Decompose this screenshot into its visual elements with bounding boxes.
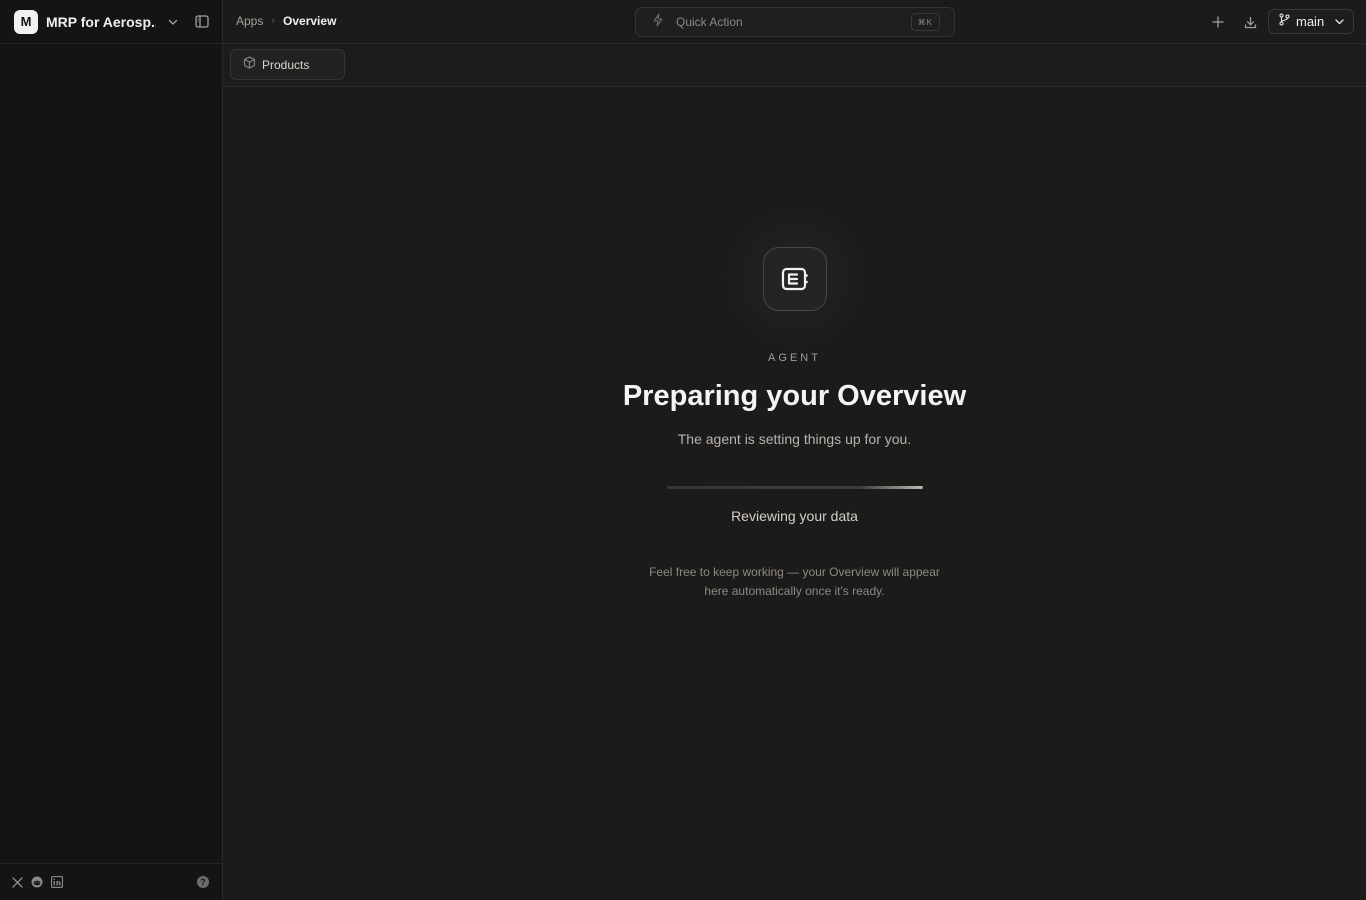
- workspace-avatar[interactable]: M: [14, 9, 38, 34]
- sidebar-toggle-icon[interactable]: [194, 14, 210, 30]
- tab-strip: Products: [223, 44, 1366, 87]
- reddit-icon[interactable]: [30, 875, 44, 889]
- agent-subtitle: The agent is setting things up for you.: [677, 431, 912, 447]
- sidebar: M MRP for Aerosp... ?: [0, 0, 223, 900]
- progress-bar: [667, 486, 923, 489]
- branch-selector[interactable]: main: [1268, 9, 1354, 34]
- app-root: M MRP for Aerosp... ? Apps › Overview Qu…: [0, 0, 1366, 900]
- progress-fill: [667, 486, 923, 489]
- page-title: Preparing your Overview: [622, 380, 967, 412]
- help-icon[interactable]: ?: [197, 876, 209, 888]
- branch-name: main: [1296, 14, 1325, 29]
- git-branch-icon: [1279, 12, 1290, 31]
- x-icon[interactable]: [10, 875, 24, 889]
- shortcut-badge: ⌘K: [910, 13, 940, 31]
- cube-icon: [243, 55, 256, 74]
- main-content: AGENT Preparing your Overview The agent …: [223, 87, 1366, 900]
- download-icon[interactable]: [1242, 14, 1258, 30]
- breadcrumb-apps-link[interactable]: Apps: [236, 14, 263, 28]
- linkedin-icon[interactable]: [50, 875, 64, 889]
- quick-action-button[interactable]: Quick Action ⌘K: [635, 7, 955, 37]
- quick-action-label: Quick Action: [676, 15, 743, 29]
- tab-products[interactable]: Products: [230, 49, 345, 80]
- workspace-name[interactable]: MRP for Aerosp...: [46, 14, 156, 30]
- lightning-icon: [652, 12, 664, 32]
- tab-label: Products: [262, 57, 310, 72]
- top-bar: Apps › Overview Quick Action ⌘K main: [223, 0, 1366, 44]
- workspace-header: M MRP for Aerosp...: [0, 0, 222, 44]
- breadcrumb-separator-icon: ›: [271, 15, 276, 27]
- info-note-line-1: Feel free to keep working — your Overvie…: [649, 565, 940, 579]
- agent-eyebrow: AGENT: [768, 352, 821, 364]
- info-note: Feel free to keep working — your Overvie…: [223, 563, 1366, 601]
- breadcrumb: Apps › Overview: [236, 14, 336, 28]
- plus-icon[interactable]: [1210, 14, 1226, 30]
- agent-icon: [763, 247, 827, 311]
- breadcrumb-current: Overview: [283, 14, 337, 28]
- info-note-line-2: here automatically once it's ready.: [704, 584, 885, 598]
- chevron-down-icon: [1334, 16, 1345, 27]
- sidebar-footer: ?: [0, 863, 222, 900]
- status-text: Reviewing your data: [731, 508, 858, 524]
- chevron-down-icon[interactable]: [166, 15, 180, 29]
